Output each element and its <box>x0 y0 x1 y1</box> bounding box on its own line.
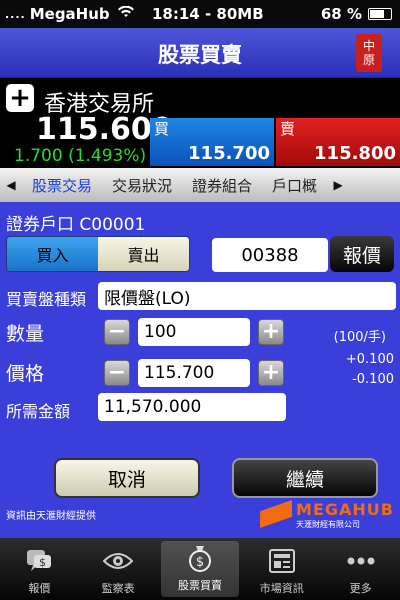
eye-icon <box>103 546 134 576</box>
quote-button[interactable]: 報價 <box>330 236 394 272</box>
spread-up: +0.100 <box>345 352 394 367</box>
cancel-button[interactable]: 取消 <box>54 458 200 498</box>
account-label: 證券戶口 C00001 <box>6 215 146 235</box>
ask-price-box: 賣 115.800 <box>276 118 400 166</box>
bid-label: 買 <box>154 120 170 138</box>
quote-panel: + 香港交易所 115.600 1.700 (1.493%) 買 115.700… <box>0 78 400 168</box>
price-change: 1.700 (1.493%) <box>14 146 147 166</box>
ask-price: 115.800 <box>314 143 396 164</box>
quantity-plus-button[interactable]: + <box>258 319 284 345</box>
sell-button[interactable]: 賣出 <box>98 237 189 271</box>
bottom-tab-label: 市場資訊 <box>259 582 304 595</box>
megahub-logo-icon <box>260 500 293 528</box>
bottom-tab-label: 監察表 <box>101 582 135 595</box>
more-dots-icon <box>346 546 376 576</box>
bottom-tab-label: 報價 <box>28 582 51 595</box>
price-input[interactable]: 115.700 <box>138 359 250 387</box>
nav-header: 股票買賣 中 原 <box>0 28 400 78</box>
quantity-label: 數量 <box>6 323 45 345</box>
logo-char-top: 中 <box>362 39 375 53</box>
bottom-tab-more[interactable]: 更多 <box>321 538 400 600</box>
tab-left-arrow-icon[interactable]: ◀ <box>0 178 22 192</box>
buy-sell-toggle: 買入 賣出 <box>6 236 190 272</box>
megahub-logo: MEGAHUB 天滙財經有限公司 <box>260 500 394 530</box>
brand-name: MEGAHUB <box>296 500 394 519</box>
money-bag-icon: $ <box>185 543 215 573</box>
page-title: 股票買賣 <box>158 43 242 67</box>
price-plus-button[interactable]: + <box>258 360 284 386</box>
bottom-tab-bar: $ 報價 監察表 $ 股票買賣 市場資訊 更多 <box>0 538 400 600</box>
quantity-input[interactable]: 100 <box>138 318 250 346</box>
wifi-icon <box>117 5 134 22</box>
continue-button[interactable]: 繼續 <box>232 458 378 498</box>
battery-indicator: 68 % <box>321 5 392 23</box>
svg-text:$: $ <box>39 556 46 569</box>
tab-trade-status[interactable]: 交易狀況 <box>102 175 182 196</box>
tab-account-summary[interactable]: 戶口概 <box>262 175 327 196</box>
quantity-minus-button[interactable]: − <box>104 319 130 345</box>
newspaper-icon <box>267 546 297 576</box>
bid-price-box: 買 115.700 <box>150 118 274 166</box>
amount-field: 11,570.000 <box>98 393 286 421</box>
lot-size: (100/手) <box>333 330 386 345</box>
logo-char-bottom: 原 <box>362 53 375 67</box>
bottom-tab-quote[interactable]: $ 報價 <box>0 538 79 600</box>
bid-price: 115.700 <box>188 143 270 164</box>
stock-code-input[interactable]: 00388 <box>212 238 328 272</box>
brand-subtitle: 天滙財經有限公司 <box>296 520 361 529</box>
bottom-tab-label: 股票買賣 <box>177 579 222 592</box>
order-type-select[interactable]: 限價盤(LO) <box>98 282 396 310</box>
tab-portfolio[interactable]: 證券組合 <box>182 175 262 196</box>
battery-percent: 68 % <box>320 5 362 23</box>
price-label: 價格 <box>6 363 45 385</box>
speech-bubble-dollar-icon: $ <box>24 546 54 576</box>
buy-button[interactable]: 買入 <box>7 237 98 271</box>
signal-icon: .... <box>5 7 26 21</box>
status-time: 18:14 - 80MB <box>152 5 264 23</box>
bottom-tab-market-news[interactable]: 市場資訊 <box>242 538 321 600</box>
svg-text:$: $ <box>196 555 204 570</box>
order-type-label: 買賣盤種類 <box>6 290 87 309</box>
spread-down: -0.100 <box>352 372 394 387</box>
bottom-tab-trading[interactable]: $ 股票買賣 <box>160 541 240 597</box>
battery-icon <box>368 8 392 20</box>
price-minus-button[interactable]: − <box>104 360 130 386</box>
tab-right-arrow-icon[interactable]: ▶ <box>327 178 349 192</box>
bottom-tab-watchlist[interactable]: 監察表 <box>79 538 158 600</box>
section-tabs: ◀ 股票交易 交易狀況 證券組合 戶口概 ▶ <box>0 168 400 202</box>
ask-label: 賣 <box>280 120 296 138</box>
carrier-name: MegaHub <box>29 5 110 23</box>
data-provider-note: 資訊由天滙財經提供 <box>6 511 96 522</box>
add-button[interactable]: + <box>6 84 34 112</box>
amount-label: 所需金額 <box>6 402 71 421</box>
bottom-tab-label: 更多 <box>349 582 372 595</box>
status-bar: .... MegaHub 18:14 - 80MB 68 % <box>0 0 400 28</box>
tab-stock-trading[interactable]: 股票交易 <box>22 175 102 196</box>
brand-logo: 中 原 <box>356 34 382 72</box>
